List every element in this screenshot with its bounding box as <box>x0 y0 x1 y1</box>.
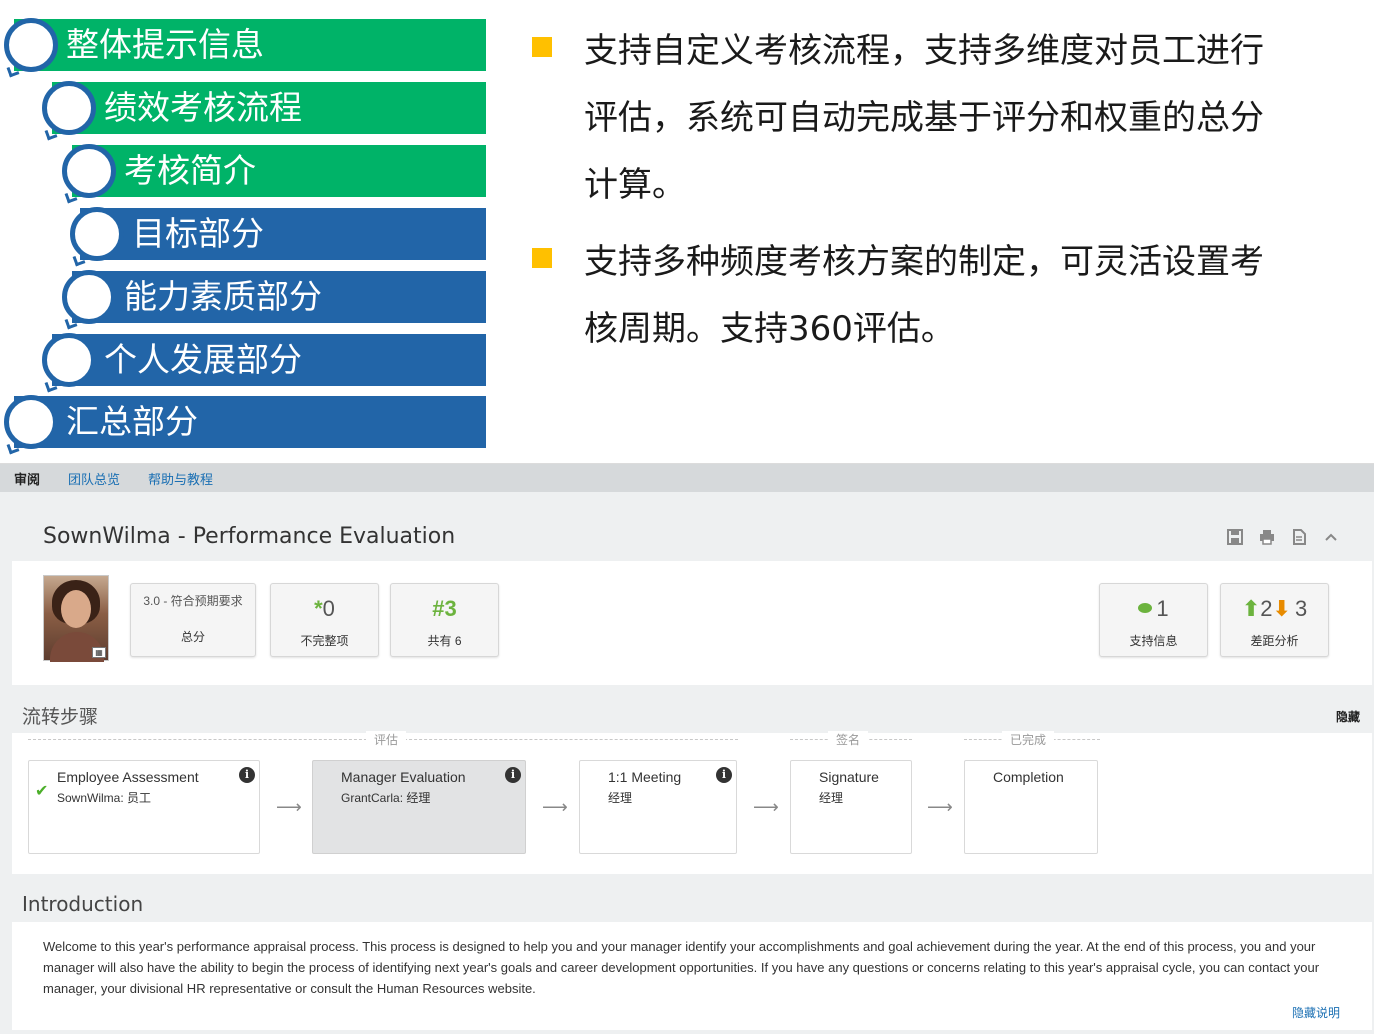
step-completion[interactable]: Completion <box>964 760 1098 854</box>
support-info-tile[interactable]: 1 支持信息 <box>1099 583 1208 657</box>
outline-circle-icon <box>62 144 116 198</box>
rank-value: 3 <box>444 596 457 621</box>
print-icon[interactable] <box>1258 528 1276 546</box>
intro-title: Introduction <box>22 892 144 916</box>
bullet-item: 支持自定义考核流程，支持多维度对员工进行 评估，系统可自动完成基于评分和权重的总… <box>528 18 1358 219</box>
phase-signature: 签名 <box>790 731 912 748</box>
overall-score-label: 总分 <box>180 630 205 644</box>
phase-evaluation: 评估 <box>28 731 738 748</box>
overall-score-tile[interactable]: 3.0 - 符合预期要求 总分 <box>130 583 256 657</box>
performance-app: 审阅 团队总览 帮助与教程 SownWilma - Performance Ev… <box>0 463 1374 1034</box>
top-nav: 审阅 团队总览 帮助与教程 <box>0 464 1374 492</box>
page-title: SownWilma - Performance Evaluation <box>43 524 456 549</box>
nav-review[interactable]: 审阅 <box>14 469 40 488</box>
outline-item-development: 个人发展部分 <box>52 334 486 386</box>
rank-tile[interactable]: #3 共有 6 <box>390 583 499 657</box>
arrow-right-icon: ⟶ <box>753 797 779 817</box>
hide-flow-link[interactable]: 隐藏 <box>1336 708 1360 725</box>
bullet-line: 评估，系统可自动完成基于评分和权重的总分 <box>584 98 1264 138</box>
info-icon[interactable]: i <box>239 767 255 783</box>
slide-outline: 整体提示信息 绩效考核流程 考核简介 目标部分 能力素质部分 个人发展部分 汇总… <box>0 0 500 462</box>
incomplete-count: 0 <box>322 596 335 621</box>
outline-item-process: 绩效考核流程 <box>52 82 486 134</box>
info-icon[interactable]: i <box>505 767 521 783</box>
step-employee-assessment[interactable]: ✔ Employee Assessment SownWilma: 员工 i <box>28 760 260 854</box>
arrow-right-icon: ⟶ <box>276 797 302 817</box>
outline-item-summary: 汇总部分 <box>14 396 486 448</box>
outline-circle-icon <box>4 395 58 449</box>
outline-item-competency: 能力素质部分 <box>72 271 486 323</box>
arrow-right-icon: ⟶ <box>927 797 953 817</box>
header-toolbar <box>1226 528 1340 546</box>
incomplete-items-tile[interactable]: *0 不完整项 <box>270 583 379 657</box>
bullet-line: 支持自定义考核流程，支持多维度对员工进行 <box>584 31 1264 71</box>
step-signature[interactable]: Signature 经理 <box>790 760 912 854</box>
arrow-down-icon: ⬇ <box>1272 596 1291 621</box>
gap-up-count: 2 <box>1260 596 1273 621</box>
chevron-up-icon[interactable] <box>1322 528 1340 546</box>
flow-panel: 评估 签名 已完成 ✔ Employee Assessment SownWilm… <box>12 731 1372 874</box>
outline-item-goals: 目标部分 <box>80 208 486 260</box>
outline-circle-icon <box>42 333 96 387</box>
outline-item-intro: 考核简介 <box>72 145 486 197</box>
arrow-right-icon: ⟶ <box>542 797 568 817</box>
intro-text: Welcome to this year's performance appra… <box>43 939 1320 996</box>
comment-icon <box>1138 603 1153 614</box>
overall-score-value: 3.0 - 符合预期要求 <box>143 594 243 608</box>
flow-section-title: 流转步骤 <box>22 706 99 728</box>
nav-help[interactable]: 帮助与教程 <box>148 469 213 488</box>
support-count: 1 <box>1156 596 1169 621</box>
bullet-line: 计算。 <box>584 165 686 205</box>
save-icon[interactable] <box>1226 528 1244 546</box>
outline-circle-icon <box>4 18 58 72</box>
contact-card-icon[interactable]: ▦ <box>92 647 106 658</box>
gap-down-count: 3 <box>1294 596 1308 621</box>
avatar: ▦ <box>43 575 109 662</box>
gap-analysis-tile[interactable]: ⬆2⬇ 3 差距分析 <box>1220 583 1329 657</box>
hide-intro-link[interactable]: 隐藏说明 <box>1292 1004 1340 1021</box>
incomplete-label: 不完整项 <box>300 634 349 648</box>
step-manager-evaluation[interactable]: Manager Evaluation GrantCarla: 经理 i <box>312 760 526 854</box>
outline-circle-icon <box>70 207 124 261</box>
bullet-line: 核周期。支持360评估。 <box>584 309 955 349</box>
step-one-on-one-meeting[interactable]: 1:1 Meeting 经理 i <box>579 760 737 854</box>
intro-panel: Welcome to this year's performance appra… <box>12 922 1372 1030</box>
support-label: 支持信息 <box>1129 634 1178 648</box>
star-icon: * <box>314 596 323 621</box>
outline-item-overall: 整体提示信息 <box>14 19 486 71</box>
bullet-line: 支持多种频度考核方案的制定，可灵活设置考 <box>584 242 1264 282</box>
document-icon[interactable] <box>1290 528 1308 546</box>
bullet-square-icon <box>532 248 552 268</box>
hash-icon: # <box>432 596 445 621</box>
arrow-up-icon: ⬆ <box>1241 596 1261 621</box>
summary-panel: ▦ 3.0 - 符合预期要求 总分 *0 不完整项 #3 共有 6 1 支持信息… <box>12 561 1372 685</box>
gap-label: 差距分析 <box>1250 634 1299 648</box>
bullet-square-icon <box>532 37 552 57</box>
bullet-item: 支持多种频度考核方案的制定，可灵活设置考 核周期。支持360评估。 <box>528 229 1358 363</box>
nav-team-overview[interactable]: 团队总览 <box>68 469 120 488</box>
slide-bullets: 支持自定义考核流程，支持多维度对员工进行 评估，系统可自动完成基于评分和权重的总… <box>528 18 1358 373</box>
outline-circle-icon <box>42 81 96 135</box>
checkmark-icon: ✔ <box>35 783 49 800</box>
rank-label: 共有 6 <box>427 634 462 648</box>
phase-completed: 已完成 <box>964 731 1100 748</box>
info-icon[interactable]: i <box>716 767 732 783</box>
outline-circle-icon <box>62 270 116 324</box>
